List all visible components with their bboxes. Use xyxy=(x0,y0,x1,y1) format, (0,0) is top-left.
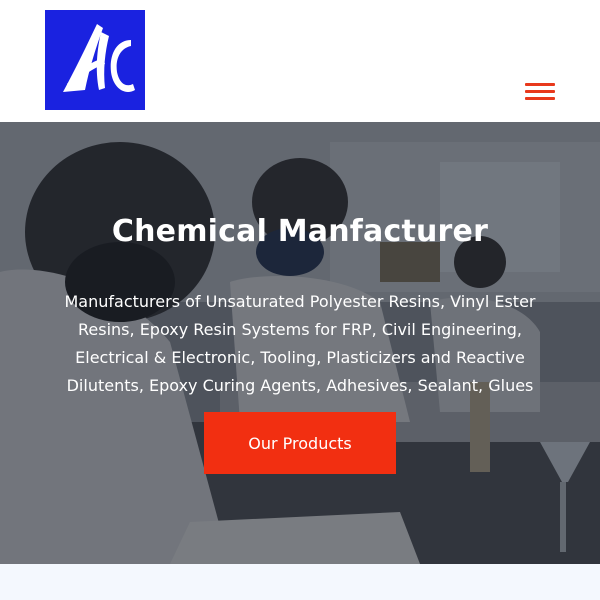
company-logo[interactable] xyxy=(45,10,145,110)
hamburger-menu-icon[interactable] xyxy=(522,80,558,106)
menu-bar xyxy=(525,83,555,86)
logo-monogram-icon xyxy=(45,10,145,110)
menu-bar xyxy=(525,90,555,93)
hero-title: Chemical Manfacturer xyxy=(111,214,489,249)
menu-bar xyxy=(525,97,555,100)
our-products-button[interactable]: Our Products xyxy=(204,412,396,474)
next-section xyxy=(0,564,600,600)
hero-banner: Chemical Manfacturer Manufacturers of Un… xyxy=(0,122,600,564)
hero-description: Manufacturers of Unsaturated Polyester R… xyxy=(64,292,536,395)
site-header xyxy=(0,0,600,122)
